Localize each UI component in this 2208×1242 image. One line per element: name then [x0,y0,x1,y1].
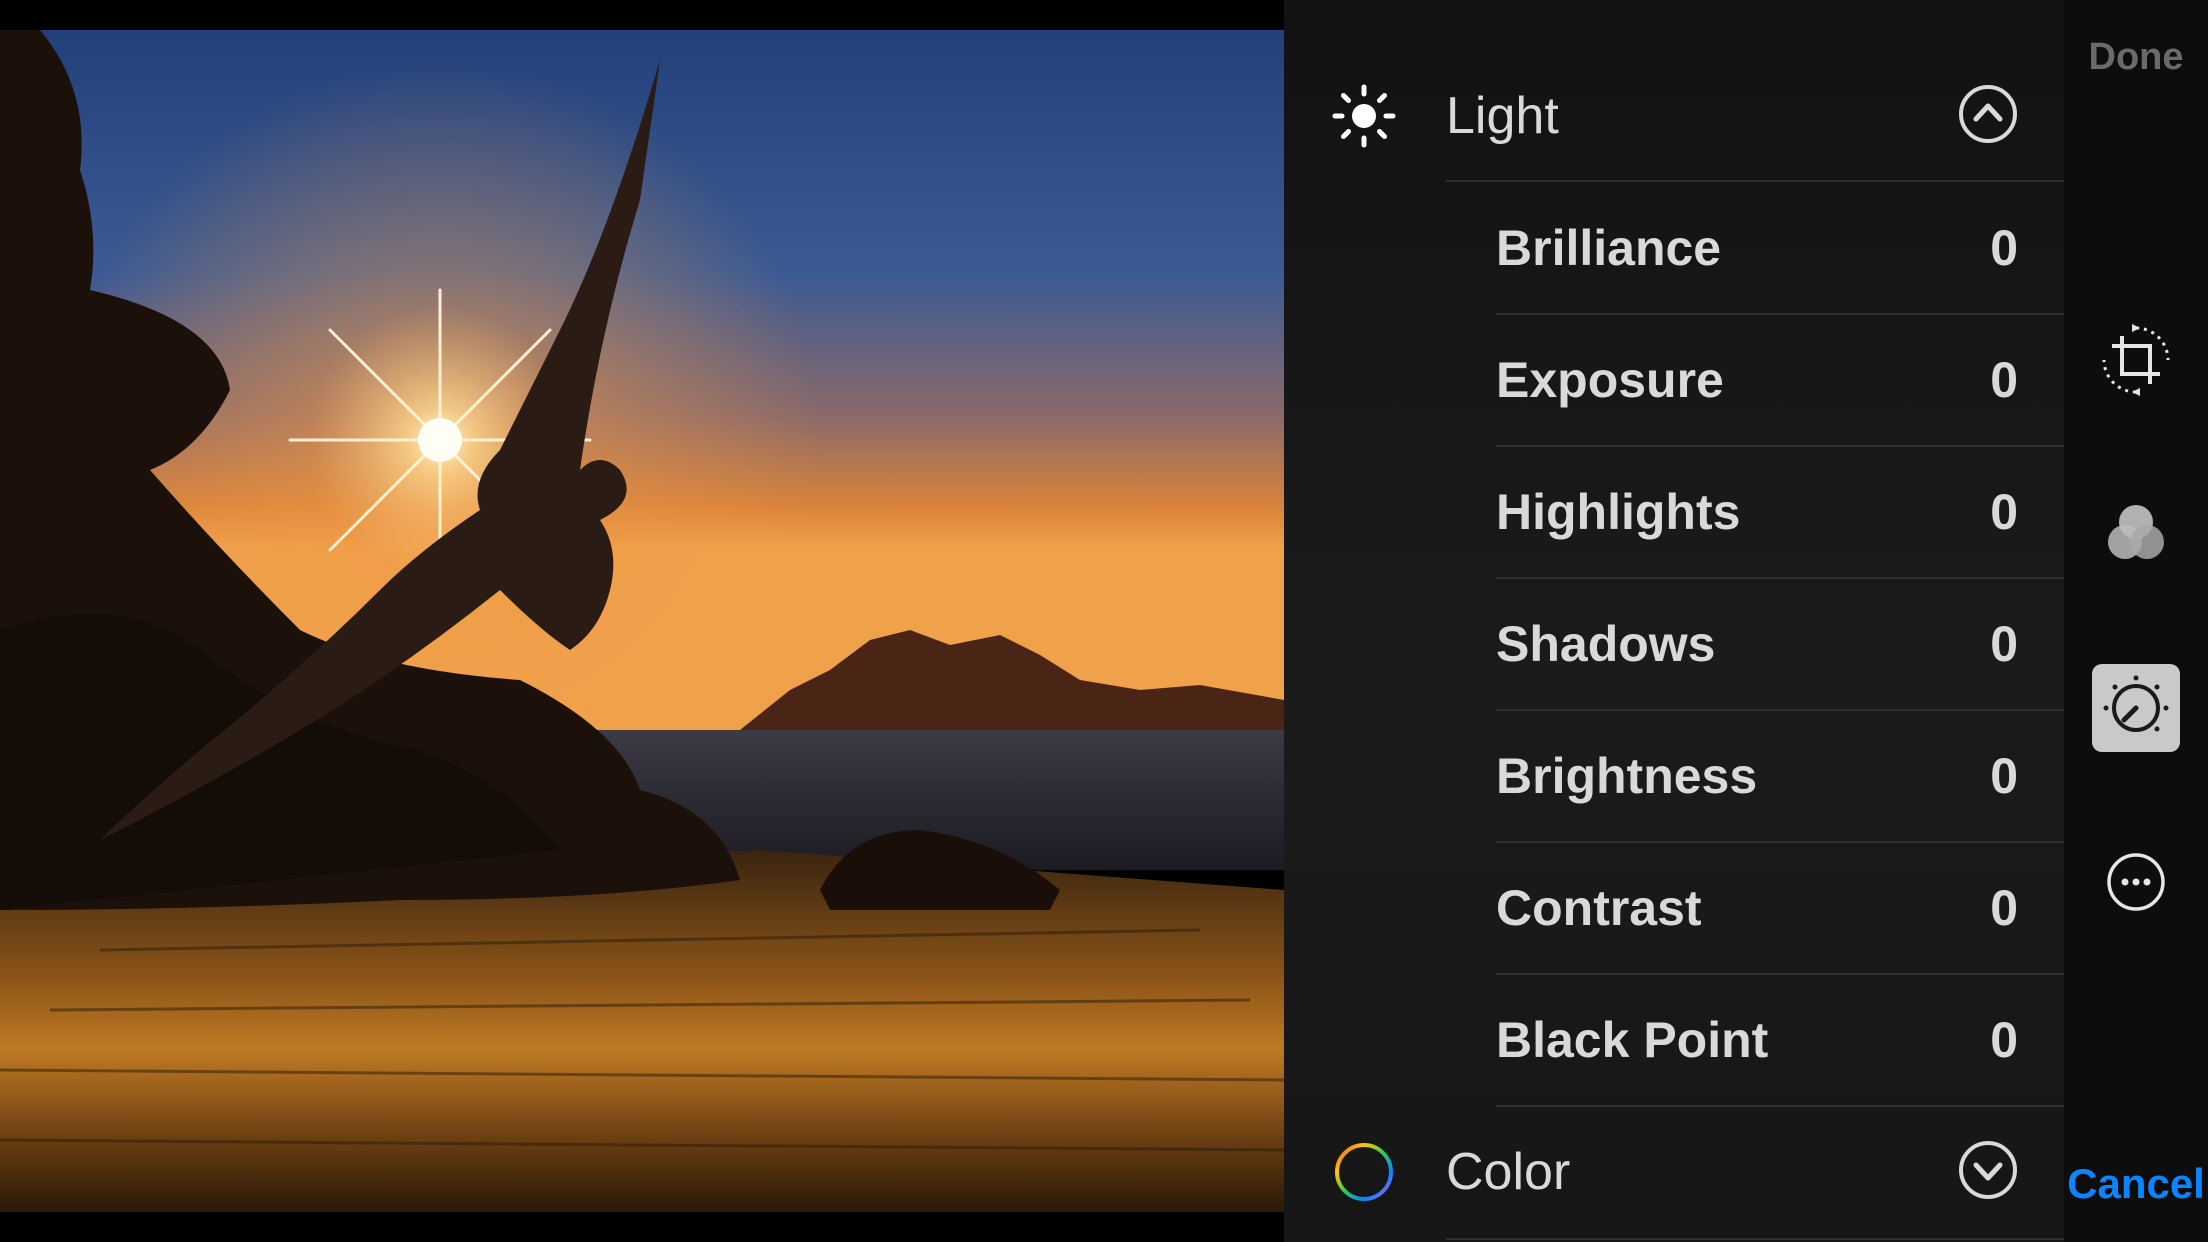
done-button[interactable]: Done [2064,36,2208,79]
color-wheel-icon [1332,1140,1396,1204]
row-label: Exposure [1496,352,1724,408]
color-section-title: Color [1446,1143,1571,1201]
adjustment-row-shadows[interactable]: Shadows 0 [1496,578,2064,710]
row-label: Shadows [1496,616,1716,672]
cancel-button[interactable]: Cancel [2064,1160,2208,1208]
chevron-down-circle-icon[interactable] [1958,1140,2018,1200]
crop-rotate-icon[interactable] [2092,316,2180,404]
row-value: 0 [1990,352,2018,408]
adjustment-row-exposure[interactable]: Exposure 0 [1496,314,2064,446]
adjustment-row-brightness[interactable]: Brightness 0 [1496,710,2064,842]
row-label: Black Point [1496,1012,1769,1068]
row-value: 0 [1990,484,2018,540]
light-section-title: Light [1446,87,1559,145]
sun-icon [1332,84,1396,148]
adjustment-row-black-point[interactable]: Black Point 0 [1496,974,2064,1106]
row-value: 0 [1990,880,2018,936]
adjustment-row-highlights[interactable]: Highlights 0 [1496,446,2064,578]
light-section-header[interactable]: Light [1284,52,2064,180]
adjustments-panel: Light Brilliance 0 Exposure 0 Highlights… [1284,0,2064,1242]
adjustment-row-contrast[interactable]: Contrast 0 [1496,842,2064,974]
more-options-icon[interactable] [2092,838,2180,926]
filters-icon[interactable] [2092,490,2180,578]
edit-toolbar: Done Cancel [2064,0,2208,1242]
row-value: 0 [1990,616,2018,672]
adjustment-row-brilliance[interactable]: Brilliance 0 [1496,182,2064,314]
color-section-header[interactable]: Color [1284,1106,2064,1234]
row-label: Highlights [1496,484,1741,540]
row-label: Brightness [1496,748,1758,804]
row-value: 0 [1990,1012,2018,1068]
photo-image [0,30,1284,1212]
row-value: 0 [1990,748,2018,804]
row-label: Brilliance [1496,220,1722,276]
photo-canvas [0,0,1284,1242]
row-label: Contrast [1496,880,1702,936]
divider [1446,1238,2064,1240]
row-value: 0 [1990,220,2018,276]
adjust-dial-icon[interactable] [2092,664,2180,752]
chevron-up-circle-icon[interactable] [1958,84,2018,144]
